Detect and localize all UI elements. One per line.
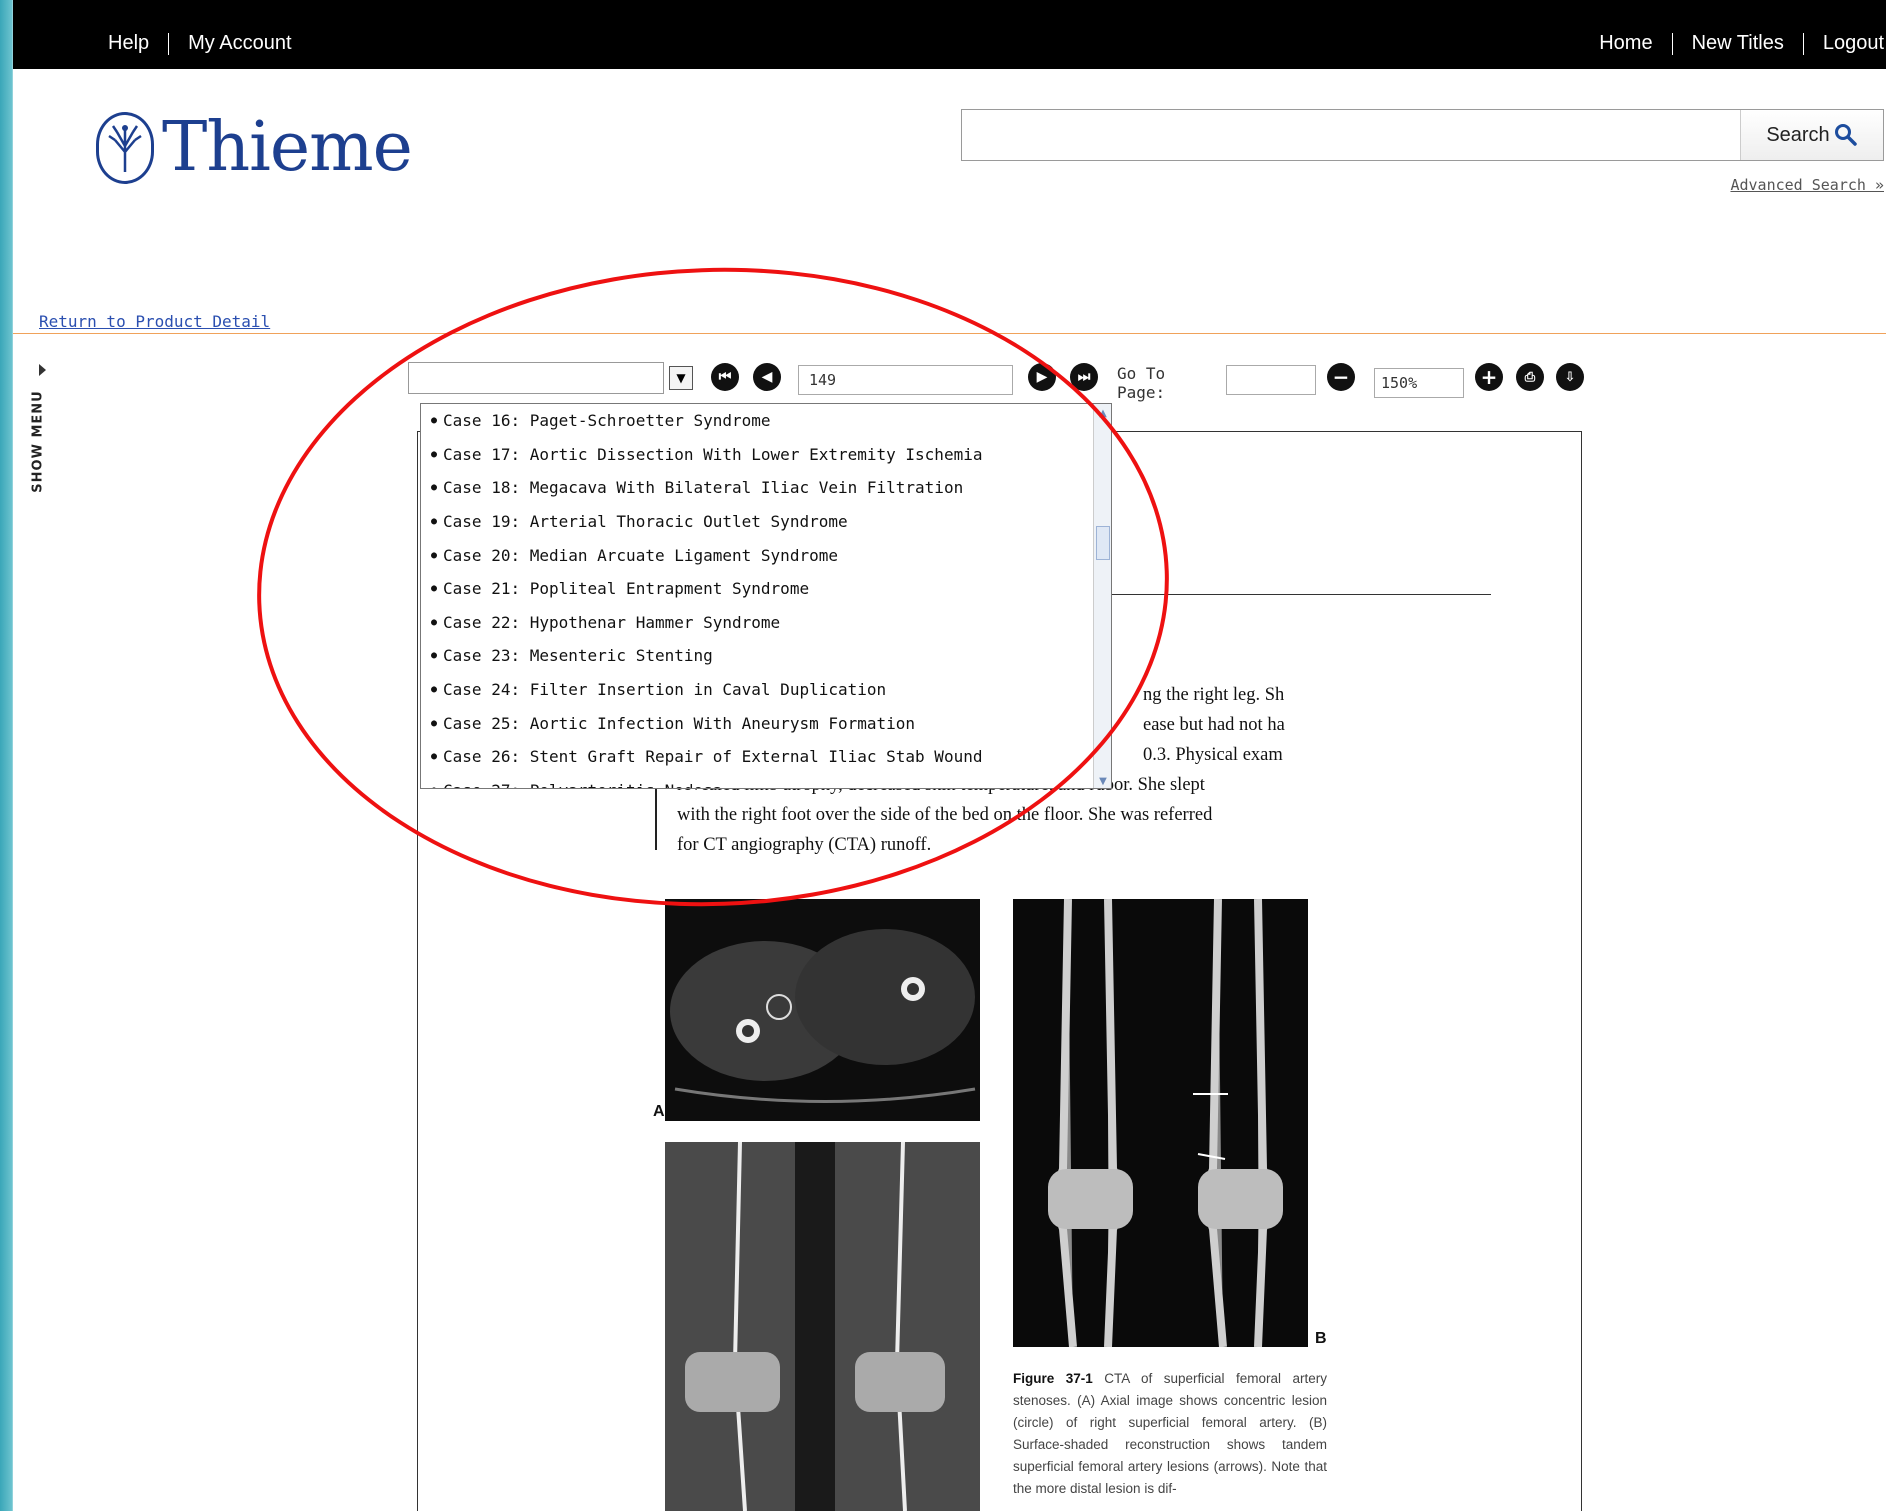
- my-account-link[interactable]: My Account: [188, 32, 291, 55]
- expand-arrow-icon: [39, 364, 46, 376]
- list-item[interactable]: ● Case 23: Mesenteric Stenting: [421, 639, 1111, 673]
- divider: [13, 333, 1886, 334]
- return-to-product-detail-link[interactable]: Return to Product Detail: [39, 312, 270, 331]
- search-input[interactable]: [962, 110, 1740, 160]
- show-menu-label: SHOW MENU: [30, 390, 46, 493]
- list-item[interactable]: ● Case 21: Popliteal Entrapment Syndrome: [421, 572, 1111, 606]
- search-icon: [1834, 124, 1857, 146]
- search-box: Search: [961, 109, 1884, 161]
- scroll-up-icon[interactable]: ▲: [1096, 406, 1110, 420]
- print-icon[interactable]: ⎙: [1516, 363, 1544, 391]
- list-item[interactable]: ● Case 24: Filter Insertion in Caval Dupl…: [421, 673, 1111, 707]
- zoom-level-field[interactable]: 150%: [1374, 368, 1464, 398]
- list-item[interactable]: ●Case 27: Polyarteritis Nodosa: [421, 774, 1111, 788]
- figure-coronal-mip-image: [665, 1142, 980, 1511]
- text-line: for CT angiography (CTA) runoff.: [677, 835, 932, 855]
- figure-surface-reconstruction-image: [1013, 899, 1308, 1347]
- chevron-down-icon[interactable]: ▼: [669, 366, 693, 390]
- list-item[interactable]: ● Case 18: Megacava With Bilateral Iliac …: [421, 471, 1111, 505]
- last-page-icon[interactable]: ⏭: [1070, 363, 1098, 391]
- page-rule: [1088, 594, 1491, 595]
- download-icon[interactable]: ⇩: [1556, 363, 1584, 391]
- scroll-down-icon[interactable]: ▼: [1096, 774, 1110, 788]
- list-item[interactable]: ● Case 25: Aortic Infection With Aneurysm…: [421, 706, 1111, 740]
- new-titles-link[interactable]: New Titles: [1692, 32, 1784, 55]
- search-button[interactable]: Search: [1740, 110, 1883, 160]
- figure-axial-ct-image: [665, 899, 980, 1121]
- dropdown-scrollbar[interactable]: ▲ ▼: [1093, 404, 1111, 788]
- list-item[interactable]: ● Case 26: Stent Graft Repair of External…: [421, 740, 1111, 774]
- zoom-in-icon[interactable]: +: [1475, 363, 1503, 391]
- first-page-icon[interactable]: ⏮: [711, 363, 739, 391]
- show-menu-toggle[interactable]: SHOW MENU: [29, 360, 53, 520]
- next-page-icon[interactable]: ▶: [1028, 363, 1056, 391]
- list-item[interactable]: ● Case 22: Hypothenar Hammer Syndrome: [421, 606, 1111, 640]
- list-item[interactable]: ● Case 17: Aortic Dissection With Lower E…: [421, 438, 1111, 472]
- logo-wordmark: Thieme: [162, 108, 413, 187]
- chapter-dropdown-list[interactable]: ● Case 16: Paget-Schroetter Syndrome ● Cas…: [420, 403, 1112, 789]
- scrollbar-thumb[interactable]: [1096, 526, 1110, 560]
- app-frame: Help My Account Home New Titles Logout T…: [13, 0, 1886, 1511]
- list-item[interactable]: ● Case 20: Median Arcuate Ligament Syndro…: [421, 538, 1111, 572]
- previous-page-icon[interactable]: ◀: [753, 363, 781, 391]
- list-item[interactable]: ● Case 19: Arterial Thoracic Outlet Syndr…: [421, 505, 1111, 539]
- caption-title: Figure 37-1: [1013, 1371, 1093, 1386]
- advanced-search-link[interactable]: Advanced Search »: [1730, 176, 1884, 194]
- list-item[interactable]: ● Case 16: Paget-Schroetter Syndrome: [421, 404, 1111, 438]
- figure-caption: Figure 37-1 CTA of superficial femoral a…: [1013, 1368, 1327, 1500]
- help-link[interactable]: Help: [108, 32, 149, 55]
- chapter-select[interactable]: [408, 362, 664, 394]
- thieme-logo[interactable]: Thieme: [96, 108, 413, 187]
- page-number-input[interactable]: 149: [798, 365, 1013, 395]
- zoom-out-icon[interactable]: −: [1327, 363, 1355, 391]
- search-button-label: Search: [1766, 123, 1830, 146]
- text-line: with the right foot over the side of the…: [677, 805, 1213, 825]
- top-navigation-bar: Help My Account Home New Titles Logout: [13, 0, 1886, 69]
- go-to-page-label: Go To Page:: [1117, 364, 1166, 402]
- nav-separator: [1802, 32, 1804, 55]
- nav-separator: [1671, 32, 1673, 55]
- nav-separator: [168, 32, 170, 55]
- caption-text: CTA of superficial femoral artery stenos…: [1013, 1371, 1327, 1496]
- figure-label-b: B: [1315, 1330, 1327, 1347]
- tree-icon: [96, 111, 154, 184]
- figure-label-a: A: [653, 1103, 665, 1120]
- go-to-page-input[interactable]: [1226, 365, 1316, 395]
- home-link[interactable]: Home: [1599, 32, 1652, 55]
- logout-link[interactable]: Logout: [1823, 32, 1884, 55]
